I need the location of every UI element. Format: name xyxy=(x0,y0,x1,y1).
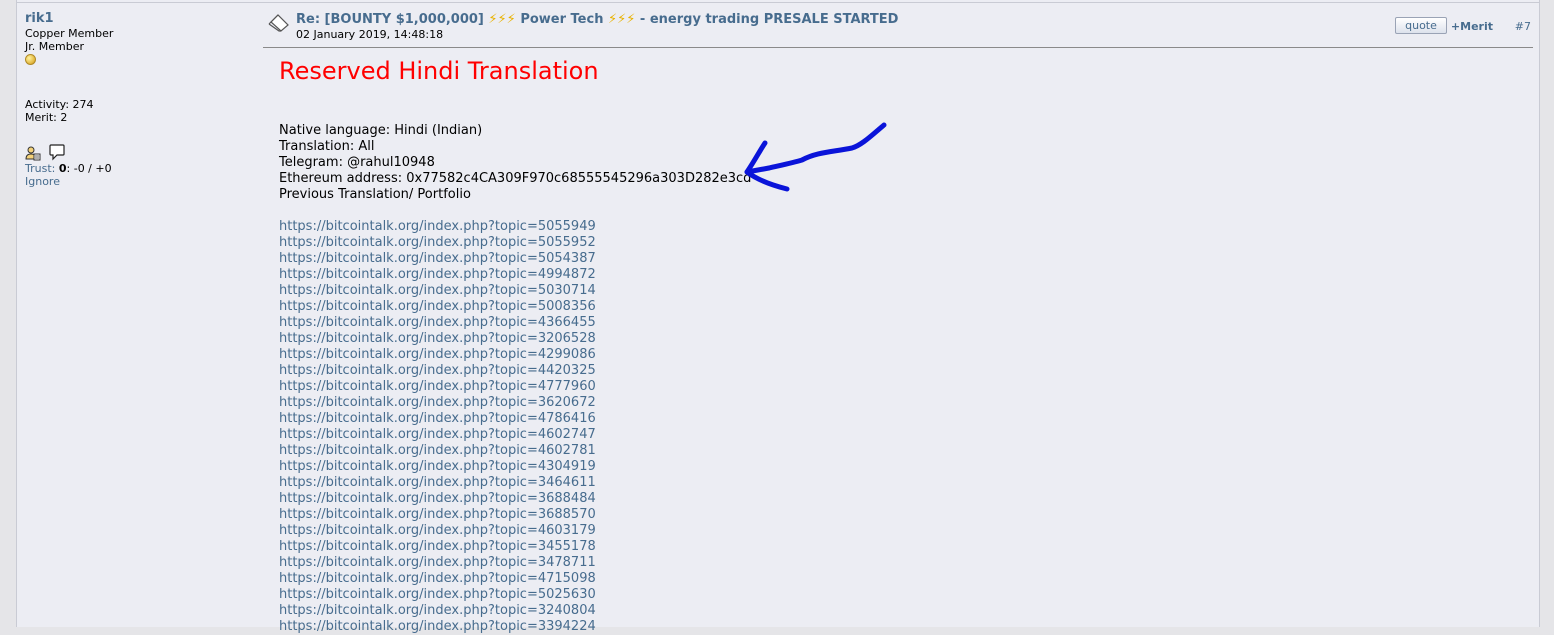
post-line-ethereum: Ethereum address: 0x77582c4CA309F970c685… xyxy=(279,171,752,186)
portfolio-link[interactable]: https://bitcointalk.org/index.php?topic=… xyxy=(279,347,1533,363)
portfolio-link[interactable]: https://bitcointalk.org/index.php?topic=… xyxy=(279,603,1533,619)
forum-page: rik1 Copper Member Jr. Member Activity: … xyxy=(16,0,1540,634)
portfolio-link[interactable]: https://bitcointalk.org/index.php?topic=… xyxy=(279,331,1533,347)
trust-label[interactable]: Trust: xyxy=(25,162,55,175)
user-profile-icon[interactable] xyxy=(25,146,49,161)
subject-suffix: - energy trading PRESALE STARTED xyxy=(635,12,899,27)
portfolio-link[interactable]: https://bitcointalk.org/index.php?topic=… xyxy=(279,235,1533,251)
post-body: Reserved Hindi Translation Native langua… xyxy=(263,48,1533,635)
portfolio-links: https://bitcointalk.org/index.php?topic=… xyxy=(279,219,1533,635)
portfolio-link[interactable]: https://bitcointalk.org/index.php?topic=… xyxy=(279,443,1533,459)
post-line: Native language: Hindi (Indian) xyxy=(279,123,483,138)
post-number-link[interactable]: #7 xyxy=(1515,20,1531,33)
trust-values: : -0 / +0 xyxy=(66,162,112,175)
poster-name[interactable]: rik1 xyxy=(25,11,245,27)
post-subject-link[interactable]: Re: [BOUNTY $1,000,000] ⚡⚡⚡ Power Tech ⚡… xyxy=(296,12,898,27)
subject-prefix: Re: [BOUNTY $1,000,000] xyxy=(296,12,489,27)
portfolio-link[interactable]: https://bitcointalk.org/index.php?topic=… xyxy=(279,587,1533,603)
portfolio-link[interactable]: https://bitcointalk.org/index.php?topic=… xyxy=(279,251,1533,267)
portfolio-link[interactable]: https://bitcointalk.org/index.php?topic=… xyxy=(279,299,1533,315)
merit-button[interactable]: +Merit xyxy=(1451,20,1493,33)
portfolio-link[interactable]: https://bitcointalk.org/index.php?topic=… xyxy=(279,363,1533,379)
post-heading: Reserved Hindi Translation xyxy=(279,57,599,85)
poster-info: rik1 Copper Member Jr. Member Activity: … xyxy=(25,11,245,188)
portfolio-link[interactable]: https://bitcointalk.org/index.php?topic=… xyxy=(279,491,1533,507)
portfolio-link[interactable]: https://bitcointalk.org/index.php?topic=… xyxy=(279,219,1533,235)
top-divider xyxy=(17,2,1539,3)
post-line: Translation: All xyxy=(279,139,375,154)
trust-score: 0 xyxy=(58,162,67,175)
portfolio-link[interactable]: https://bitcointalk.org/index.php?topic=… xyxy=(279,555,1533,571)
portfolio-link[interactable]: https://bitcointalk.org/index.php?topic=… xyxy=(279,283,1533,299)
portfolio-link[interactable]: https://bitcointalk.org/index.php?topic=… xyxy=(279,315,1533,331)
poster-actions xyxy=(25,144,245,162)
subject-middle: Power Tech xyxy=(515,12,608,27)
post-line: Previous Translation/ Portfolio xyxy=(279,187,471,202)
topic-document-icon xyxy=(268,14,290,36)
portfolio-link[interactable]: https://bitcointalk.org/index.php?topic=… xyxy=(279,267,1533,283)
portfolio-link[interactable]: https://bitcointalk.org/index.php?topic=… xyxy=(279,395,1533,411)
poster-rank-secondary: Jr. Member xyxy=(25,40,84,53)
poster-stats: Activity: 274 Merit: 2 xyxy=(25,98,245,124)
trust-row: Trust: 0: -0 / +0 xyxy=(25,162,245,175)
post-date: 02 January 2019, 14:48:18 xyxy=(296,28,444,41)
lightning-bolt-icon: ⚡⚡⚡ xyxy=(608,12,636,27)
portfolio-link[interactable]: https://bitcointalk.org/index.php?topic=… xyxy=(279,539,1533,555)
coin-rank-icon xyxy=(25,54,36,65)
poster-rank-primary: Copper Member xyxy=(25,27,114,40)
poster-merit: Merit: 2 xyxy=(25,111,68,124)
portfolio-link[interactable]: https://bitcointalk.org/index.php?topic=… xyxy=(279,379,1533,395)
portfolio-link[interactable]: https://bitcointalk.org/index.php?topic=… xyxy=(279,619,1533,635)
portfolio-link[interactable]: https://bitcointalk.org/index.php?topic=… xyxy=(279,571,1533,587)
poster-activity: Activity: 274 xyxy=(25,98,94,111)
portfolio-link[interactable]: https://bitcointalk.org/index.php?topic=… xyxy=(279,427,1533,443)
quote-button[interactable]: quote xyxy=(1395,17,1447,34)
post-line: Telegram: @rahul10948 xyxy=(279,155,435,170)
speech-bubble-icon[interactable] xyxy=(48,144,69,161)
portfolio-link[interactable]: https://bitcointalk.org/index.php?topic=… xyxy=(279,507,1533,523)
portfolio-link[interactable]: https://bitcointalk.org/index.php?topic=… xyxy=(279,459,1533,475)
portfolio-link[interactable]: https://bitcointalk.org/index.php?topic=… xyxy=(279,411,1533,427)
post: Re: [BOUNTY $1,000,000] ⚡⚡⚡ Power Tech ⚡… xyxy=(263,11,1533,635)
ignore-link[interactable]: Ignore xyxy=(25,175,245,188)
portfolio-link[interactable]: https://bitcointalk.org/index.php?topic=… xyxy=(279,523,1533,539)
post-header: Re: [BOUNTY $1,000,000] ⚡⚡⚡ Power Tech ⚡… xyxy=(263,11,1533,48)
lightning-bolt-icon: ⚡⚡⚡ xyxy=(488,12,516,27)
portfolio-link[interactable]: https://bitcointalk.org/index.php?topic=… xyxy=(279,475,1533,491)
